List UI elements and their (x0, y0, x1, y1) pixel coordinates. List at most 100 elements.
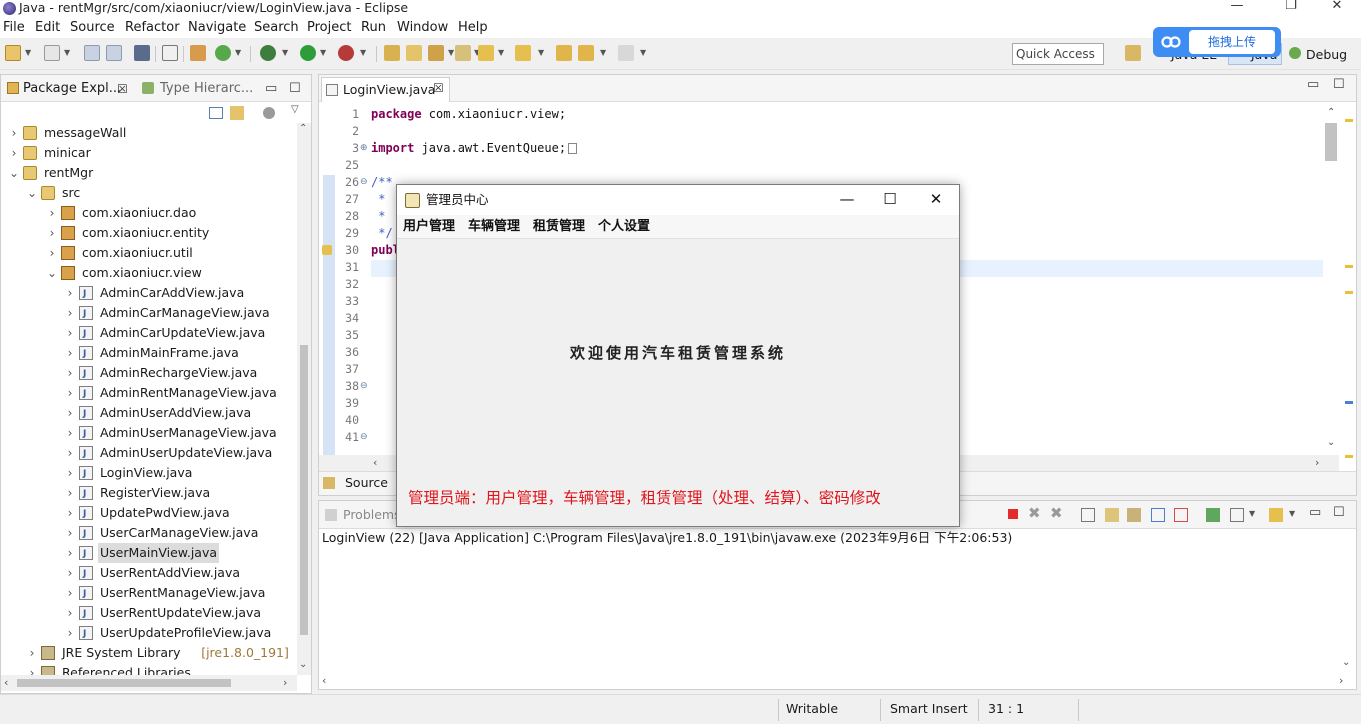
terminal-icon[interactable] (134, 45, 150, 61)
editor-vertical-scrollbar[interactable]: ⌃ ⌄ (1323, 107, 1339, 453)
tree-item[interactable]: › minicar (1, 143, 297, 163)
run-external-tools-icon[interactable] (338, 45, 354, 61)
collapsed-arrow-icon[interactable]: › (65, 503, 75, 523)
menu-help[interactable]: Help (458, 18, 488, 38)
minimize-view-icon[interactable]: ▭ (265, 79, 277, 99)
tree-item[interactable]: › AdminCarUpdateView.java (1, 323, 297, 344)
tab-source[interactable]: Source (345, 475, 388, 490)
fold-expand-icon[interactable]: ⊕ (360, 140, 368, 157)
chevron-down-icon[interactable]: ▼ (64, 45, 70, 61)
collapsed-arrow-icon[interactable]: › (65, 383, 75, 403)
window-close-button[interactable]: ✕ (1317, 0, 1357, 15)
chevron-down-icon[interactable]: ▼ (1249, 509, 1255, 518)
chevron-down-icon[interactable]: ▼ (320, 45, 326, 61)
expanded-arrow-icon[interactable]: ⌄ (9, 163, 19, 183)
skip-breakpoints-icon[interactable] (162, 45, 178, 61)
collapsed-arrow-icon[interactable]: › (65, 443, 75, 463)
chevron-down-icon[interactable]: ▼ (640, 45, 646, 61)
scroll-down-icon[interactable]: ⌄ (1327, 437, 1335, 448)
collapsed-arrow-icon[interactable]: › (27, 663, 37, 675)
scroll-left-icon[interactable]: ‹ (373, 456, 377, 469)
menu-rental-management[interactable]: 租赁管理 (533, 215, 585, 239)
tree-item[interactable]: ⌄ com.xiaoniucr.view (1, 263, 297, 283)
collapsed-arrow-icon[interactable]: › (9, 143, 19, 163)
tree-item[interactable]: › AdminUserUpdateView.java (1, 443, 297, 464)
admin-window-minimize-button[interactable]: — (824, 185, 870, 215)
collapsed-arrow-icon[interactable]: › (65, 523, 75, 543)
chevron-down-icon[interactable]: ▼ (282, 45, 288, 61)
menu-user-management[interactable]: 用户管理 (403, 215, 455, 239)
tree-item[interactable]: › UserRentUpdateView.java (1, 603, 297, 624)
back-arrow-icon[interactable] (578, 45, 594, 61)
collapsed-arrow-icon[interactable]: › (47, 243, 57, 263)
collapsed-arrow-icon[interactable]: › (9, 123, 19, 143)
drag-upload-widget[interactable]: 拖拽上传 (1153, 27, 1281, 57)
pin-console-icon[interactable] (1206, 508, 1220, 522)
fold-collapse-icon[interactable]: ⊖ (360, 429, 368, 446)
editor-tab-loginview[interactable]: LoginView.java ☒ (321, 77, 450, 102)
fold-collapse-icon[interactable]: ⊖ (360, 174, 368, 191)
chevron-down-icon[interactable]: ▼ (498, 45, 504, 61)
collapsed-arrow-icon[interactable]: › (65, 563, 75, 583)
tree-item[interactable]: › AdminRentManageView.java (1, 383, 297, 404)
menu-navigate[interactable]: Navigate (188, 18, 246, 38)
tree-item[interactable]: › LoginView.java (1, 463, 297, 484)
minimize-view-icon[interactable]: ▭ (1307, 77, 1319, 92)
menu-window[interactable]: Window (397, 18, 448, 38)
menu-personal-settings[interactable]: 个人设置 (598, 215, 650, 239)
collapsed-arrow-icon[interactable]: › (65, 423, 75, 443)
tree-item[interactable]: › Referenced Libraries (1, 663, 297, 675)
chevron-down-icon[interactable]: ▼ (360, 45, 366, 61)
next-annotation-icon[interactable] (478, 45, 494, 61)
expanded-arrow-icon[interactable]: ⌄ (27, 183, 37, 203)
minimize-view-icon[interactable]: ▭ (1309, 505, 1321, 520)
open-console-icon[interactable] (1269, 508, 1283, 522)
forward-arrow-icon[interactable] (618, 45, 634, 61)
build-icon[interactable] (190, 45, 206, 61)
code-line[interactable]: * (371, 191, 385, 208)
code-line[interactable]: /** (371, 174, 393, 191)
tree-item[interactable]: ⌄ src (1, 183, 297, 203)
tree-item[interactable]: › UserUpdateProfileView.java (1, 623, 297, 644)
collapsed-arrow-icon[interactable]: › (65, 583, 75, 603)
tree-item[interactable]: › com.xiaoniucr.util (1, 243, 297, 263)
tab-package-explorer[interactable]: Package Expl... (23, 79, 121, 99)
scroll-left-icon[interactable]: ‹ (4, 676, 8, 689)
tab-close-icon[interactable]: ☒ (117, 79, 128, 99)
expanded-arrow-icon[interactable]: ⌄ (47, 263, 57, 283)
scroll-lock-icon[interactable] (1105, 508, 1119, 522)
window-restore-button[interactable]: ❐ (1271, 0, 1311, 15)
collapsed-arrow-icon[interactable]: › (65, 483, 75, 503)
collapsed-arrow-icon[interactable]: › (65, 363, 75, 383)
save-all-icon[interactable] (106, 45, 122, 61)
refresh-server-icon[interactable] (215, 45, 231, 61)
remove-all-launches-icon[interactable]: ✖ (1050, 504, 1063, 522)
code-line[interactable]: * (371, 208, 385, 225)
tree-item[interactable]: › AdminMainFrame.java (1, 343, 297, 364)
open-perspective-icon[interactable] (1125, 45, 1141, 61)
scroll-down-icon[interactable]: ⌄ (299, 659, 307, 670)
maximize-view-icon[interactable]: ☐ (1333, 77, 1345, 92)
drag-upload-label[interactable]: 拖拽上传 (1189, 30, 1275, 54)
scroll-left-icon[interactable]: ‹ (322, 674, 326, 687)
admin-window-title-bar[interactable]: 管理员中心 — ☐ ✕ (397, 185, 959, 215)
editor-vscroll-thumb[interactable] (1325, 123, 1337, 161)
admin-window-maximize-button[interactable]: ☐ (867, 185, 913, 215)
scroll-right-icon[interactable]: › (283, 676, 287, 689)
show-on-stdout-icon[interactable] (1151, 508, 1165, 522)
save-icon[interactable] (84, 45, 100, 61)
window-minimize-button[interactable]: — (1217, 0, 1257, 15)
tree-horizontal-scrollbar[interactable]: ‹ › (1, 675, 297, 691)
menu-file[interactable]: File (3, 18, 25, 38)
chevron-down-icon[interactable]: ▼ (25, 45, 31, 61)
tree-item[interactable]: › JRE System Library [jre1.8.0_191] (1, 643, 297, 663)
menu-refactor[interactable]: Refactor (125, 18, 180, 38)
last-edit-icon[interactable] (556, 45, 572, 61)
console-vertical-scrollbar[interactable]: ⌄ (1339, 547, 1355, 673)
maximize-view-icon[interactable]: ☐ (289, 79, 301, 99)
collapsed-arrow-icon[interactable]: › (47, 203, 57, 223)
collapsed-arrow-icon[interactable]: › (65, 463, 75, 483)
display-console-icon[interactable] (1230, 508, 1244, 522)
chevron-down-icon[interactable]: ▼ (538, 45, 544, 61)
focus-active-task-icon[interactable] (263, 107, 275, 119)
